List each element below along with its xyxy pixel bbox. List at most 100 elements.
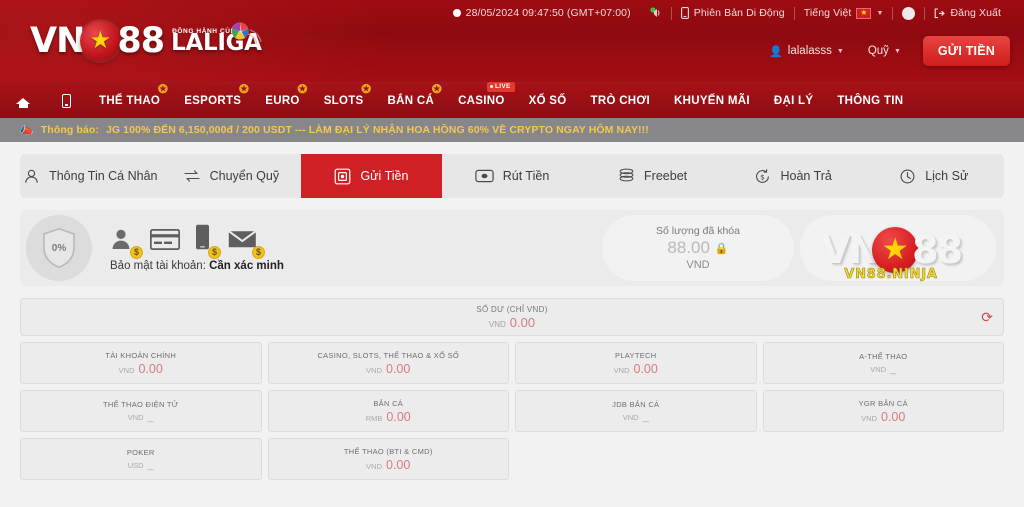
nav-item-the-thao[interactable]: THỂ THAO ✪ [87,83,172,119]
user-action-bar: 👤 lalalasss ▼ Quỹ ▼ GỬI TIỀN [757,36,1010,66]
nav-item-home[interactable] [0,83,46,119]
nav-item-euro[interactable]: EURO ✪ [253,83,311,119]
wallet-name: PLAYTECH [615,350,657,360]
logo-star-glyph: ★ [89,27,112,54]
locked-amount-label: Số lượng đã khóa [656,225,740,237]
tab-thong-tin-ca-nhan[interactable]: Thông Tin Cá Nhân [20,154,161,198]
wallet-a-the-thao[interactable]: A-THỂ THAO VND _ [762,342,1004,384]
credit-card-icon [149,228,181,250]
wallet-currency: VND [127,412,144,422]
nav-item-xo-so[interactable]: XỔ SỐ [517,83,579,119]
language-selector[interactable]: Tiếng Việt ▼ [795,6,893,20]
nav-label: XỔ SỐ [528,94,567,107]
wallet-value-row: VND _ [623,411,649,423]
security-status-label: Bảo mật tài khoản: [110,259,206,272]
wallet-amount: _ [890,362,897,375]
wallet-casino-slots-the-thao-xo-so[interactable]: CASINO, SLOTS, THỂ THAO & XỔ SỐ VND 0.00 [267,342,509,384]
wallet-value-row: VND 0.00 [366,362,410,376]
total-balance-label: SỐ DƯ (CHỈ VND) [476,304,548,314]
tab-chuyen-quy[interactable]: Chuyển Quỹ [161,154,302,198]
tab-label: Rút Tiền [502,169,550,183]
star-badge-icon: ✪ [297,81,308,96]
wallet-amount: 0.00 [386,361,411,376]
security-status-line: Bảo mật tài khoản: Cần xác minh [110,260,284,272]
nav-label: EURO [265,94,300,107]
site-header: 28/05/2024 09:47:50 (GMT+07:00) Phiên Bả… [0,0,1024,82]
wallet-menu[interactable]: Quỹ ▼ [856,45,913,57]
nav-item-esports[interactable]: ESPORTS ✪ [172,83,253,119]
promo-card[interactable] [800,215,996,281]
wallet-grid-filler [763,438,1005,480]
wallet-value-row: VND _ [870,363,896,375]
wallet-amount: 0.00 [633,361,658,376]
nav-item-dai-ly[interactable]: ĐẠI LÝ [762,83,826,119]
wallet-grid: TÀI KHOẢN CHÍNH VND 0.00 CASINO, SLOTS, … [20,342,1004,480]
deposit-icon [335,168,351,184]
user-avatar-icon [902,6,916,20]
wallet-playtech[interactable]: PLAYTECH VND 0.00 [515,342,757,384]
deposit-button[interactable]: GỬI TIỀN [922,36,1010,66]
wallet-name: JDB BẮN CÁ [612,399,660,409]
wallet-the-thao-bti-cmd[interactable]: THỂ THAO (BTI & CMD) VND 0.00 [267,438,509,480]
nav-item-mobile[interactable] [46,83,87,119]
wallet-jdb-ban-ca[interactable]: JDB BẮN CÁ VND _ [515,390,757,432]
star-badge-icon: ✪ [157,81,169,96]
logout-icon [935,7,946,18]
announcement-text: JG 100% ĐẾN 6,150,000đ / 200 USDT --- LÀ… [105,124,649,136]
chevron-down-icon: ▼ [893,47,901,55]
nav-label: THÔNG TIN [837,94,904,107]
nav-item-slots[interactable]: SLOTS ✪ [312,83,376,119]
star-badge-icon: ✪ [238,81,250,96]
username-menu[interactable]: 👤 lalalasss ▼ [757,45,856,58]
wallet-poker[interactable]: POKER USD _ [20,438,262,480]
nav-label: ESPORTS [184,94,242,107]
wallet-value-row: VND 0.00 [861,410,905,424]
tab-lich-su[interactable]: Lịch Sử [863,154,1004,198]
avatar[interactable] [893,6,924,20]
profile-verify-icon[interactable]: $ [110,228,143,259]
tab-gui-tien[interactable]: Gửi Tiền [301,154,442,198]
wallet-tai-khoan-chinh[interactable]: TÀI KHOẢN CHÍNH VND 0.00 [20,342,262,384]
nav-item-khuyen-mai[interactable]: KHUYẾN MÃI [662,83,762,119]
total-balance-value-row: VND 0.00 [476,315,547,330]
wallet-currency: VND [622,412,639,422]
coin-badge-icon: $ [208,245,221,259]
wallet-name: THỂ THAO ĐIỆN TỬ [102,399,179,409]
nav-item-casino[interactable]: CASINO LIVE [446,81,517,119]
wallet-amount: _ [147,458,154,471]
announcement-bar[interactable]: 📣 Thông báo: JG 100% ĐẾN 6,150,000đ / 20… [0,118,1024,142]
mobile-version-link[interactable]: Phiên Bản Di Động [672,6,794,20]
announcement-label: Thông báo: [40,124,99,136]
wallet-the-thao-dien-tu[interactable]: THỂ THAO ĐIỆN TỬ VND _ [20,390,262,432]
tab-hoan-tra[interactable]: $ Hoàn Trả [723,154,864,198]
wallet-value-row: VND 0.00 [119,362,163,376]
live-badge: LIVE [486,81,515,92]
phone-verify-icon[interactable]: $ [194,224,221,259]
logout-button[interactable]: Đăng Xuất [925,6,1010,20]
wallet-name: THỂ THAO (BTI & CMD) [343,446,433,456]
wallet-ygr-ban-ca[interactable]: YGR BẮN CÁ VND 0.00 [762,390,1004,432]
nav-item-ban-ca[interactable]: BẮN CÁ ✪ [376,83,447,119]
refresh-balance-button[interactable]: ⟳ [981,310,993,324]
site-logo[interactable]: VN ★ 88 ĐỒNG HÀNH CÙNG LALIGA [30,18,262,64]
nav-item-thong-tin[interactable]: THÔNG TIN [825,83,915,119]
wallet-amount: _ [642,410,649,423]
email-verify-icon[interactable]: $ [228,229,265,259]
verification-block: $ $ $ Bảo mật tài khoản: Cần xác minh [110,224,284,272]
nav-label: KHUYẾN MÃI [674,94,750,107]
verification-icons: $ $ $ [110,224,284,259]
wallet-name: TÀI KHOẢN CHÍNH [105,350,177,360]
mobile-icon [62,93,71,108]
username-label: lalalasss [787,45,832,57]
wallet-value-row: VND 0.00 [366,458,410,472]
tab-freebet[interactable]: Freebet [582,154,723,198]
wallet-menu-label: Quỹ [867,45,889,57]
card-verify-icon[interactable] [149,228,181,255]
wallet-currency: VND [366,461,382,471]
wallet-value-row: VND 0.00 [614,362,658,376]
wallet-value-row: USD _ [128,459,154,471]
nav-item-tro-choi[interactable]: TRÒ CHƠI [579,83,662,119]
tab-rut-tien[interactable]: Rút Tiền [442,154,583,198]
sound-toggle[interactable] [640,6,671,20]
wallet-ban-ca[interactable]: BẮN CÁ RMB 0.00 [267,390,509,432]
